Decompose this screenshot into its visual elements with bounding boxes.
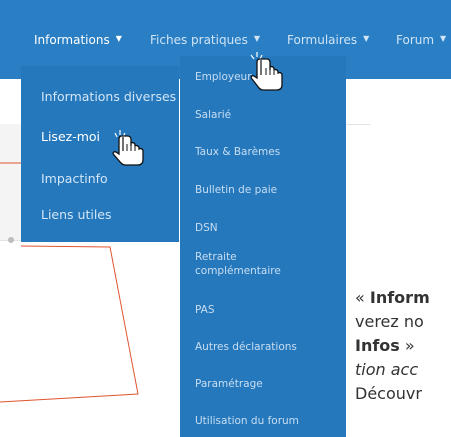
text-bold: Infos	[355, 336, 400, 355]
content-text: « Inform verez no Infos » tion acc Décou…	[355, 286, 451, 406]
hand-cursor-icon	[250, 52, 283, 91]
menu-item-dsn[interactable]: DSN	[195, 221, 218, 235]
hand-cursor-icon	[112, 130, 144, 166]
menu-item-parametrage[interactable]: Paramétrage	[195, 377, 263, 391]
menu-item-autres-declarations[interactable]: Autres déclarations	[195, 340, 297, 354]
text: «	[355, 288, 370, 307]
menu-item-retraite-complementaire[interactable]: Retraite complémentaire	[195, 250, 281, 278]
menu-item-liens-utiles[interactable]: Liens utiles	[41, 207, 112, 222]
menu-item-employeur[interactable]: Employeur	[195, 70, 252, 84]
menu-item-label: Retraite	[195, 251, 237, 263]
menu-item-salarie[interactable]: Salarié	[195, 108, 231, 122]
menu-item-pas[interactable]: PAS	[195, 303, 215, 317]
menu-item-informations-diverses[interactable]: Informations diverses	[41, 89, 176, 104]
text: »	[399, 336, 415, 355]
text-italic: tion acc	[355, 360, 419, 379]
informations-dropdown: Informations diverses Lisez-moi Impactin…	[21, 66, 179, 242]
menu-item-taux-baremes[interactable]: Taux & Barèmes	[195, 145, 280, 159]
menu-item-label: complémentaire	[195, 265, 281, 277]
menu-item-impactinfo[interactable]: Impactinfo	[41, 171, 108, 186]
fiches-pratiques-dropdown: Employeur Salarié Taux & Barèmes Bulleti…	[180, 56, 346, 437]
menu-item-lisez-moi[interactable]: Lisez-moi	[41, 129, 100, 144]
text: verez no	[355, 312, 424, 331]
menu-item-utilisation-du-forum[interactable]: Utilisation du forum	[195, 414, 299, 428]
menu-item-bulletin-de-paie[interactable]: Bulletin de paie	[195, 183, 277, 197]
text-bold: Inform	[369, 288, 430, 307]
text: Découvr	[355, 384, 422, 403]
